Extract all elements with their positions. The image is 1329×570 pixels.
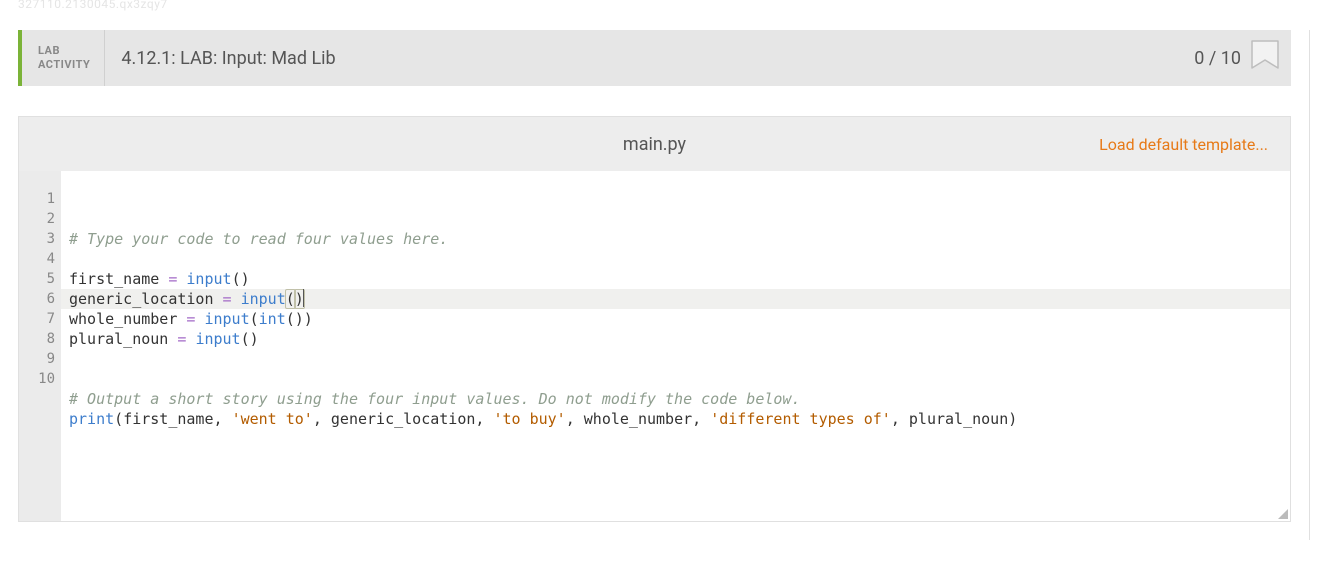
code-line[interactable]: print(first_name, 'went to', generic_loc… (69, 409, 1290, 429)
code-area[interactable]: # Type your code to read four values her… (61, 171, 1290, 521)
code-token (223, 410, 232, 428)
code-token (214, 290, 223, 308)
code-line[interactable]: generic_location = input() (61, 289, 1290, 309)
code-token: input (195, 330, 240, 348)
resize-handle[interactable] (1276, 507, 1288, 519)
code-token: , (313, 410, 322, 428)
code-token: ) (1008, 410, 1017, 428)
editor-header: main.py Load default template... (19, 117, 1290, 171)
code-token: input (241, 290, 286, 308)
code-token: , (214, 410, 223, 428)
code-token: input (204, 310, 249, 328)
code-token: plural_noun (69, 330, 168, 348)
line-number: 5 (25, 269, 55, 289)
lab-label-line2: ACTIVITY (38, 58, 90, 72)
lab-title: 4.12.1: LAB: Input: Mad Lib (105, 30, 1194, 86)
code-token (322, 410, 331, 428)
code-token: 'to buy' (493, 410, 565, 428)
code-line[interactable]: plural_noun = input() (69, 329, 1290, 349)
lab-header: LAB ACTIVITY 4.12.1: LAB: Input: Mad Lib… (18, 30, 1291, 86)
line-number-gutter: 12345678910 (19, 171, 61, 521)
code-token: , (692, 410, 701, 428)
code-token: = (223, 290, 232, 308)
line-number: 4 (25, 249, 55, 269)
lab-activity-label: LAB ACTIVITY (22, 30, 105, 86)
text-cursor (303, 289, 304, 307)
code-token: # Type your code to read four values her… (69, 230, 448, 248)
code-line[interactable]: whole_number = input(int()) (69, 309, 1290, 329)
code-line[interactable] (69, 249, 1290, 269)
line-number: 3 (25, 229, 55, 249)
code-token: input (186, 270, 231, 288)
line-number: 8 (25, 329, 55, 349)
load-default-template-link[interactable]: Load default template... (1099, 135, 1290, 154)
code-token: () (241, 330, 259, 348)
code-line[interactable]: first_name = input() (69, 269, 1290, 289)
code-token: ()) (286, 310, 313, 328)
code-token: 'went to' (232, 410, 313, 428)
lab-label-line1: LAB (38, 44, 90, 58)
code-line[interactable]: # Output a short story using the four in… (69, 389, 1290, 409)
line-number: 6 (25, 289, 55, 309)
code-token: 'different types of' (710, 410, 891, 428)
line-number: 7 (25, 309, 55, 329)
code-token: whole_number (584, 410, 692, 428)
code-editor-panel: main.py Load default template... 1234567… (18, 116, 1291, 522)
line-number: 2 (25, 209, 55, 229)
code-token (159, 270, 168, 288)
code-line[interactable] (69, 369, 1290, 389)
line-number: 9 (25, 349, 55, 369)
code-token: ( (114, 410, 123, 428)
code-token: whole_number (69, 310, 177, 328)
code-token: plural_noun (909, 410, 1008, 428)
bookmark-badge-icon (1251, 40, 1279, 76)
code-token: int (259, 310, 286, 328)
code-token: () (232, 270, 250, 288)
code-token (900, 410, 909, 428)
code-token (701, 410, 710, 428)
code-token: , (566, 410, 575, 428)
editor-body[interactable]: 12345678910 # Type your code to read fou… (19, 171, 1290, 521)
line-number: 10 (25, 369, 55, 389)
code-token: first_name (69, 270, 159, 288)
code-token: first_name (123, 410, 213, 428)
code-token (575, 410, 584, 428)
code-token: ( (250, 310, 259, 328)
code-token: generic_location (69, 290, 214, 308)
score-wrap: 0 / 10 (1194, 30, 1291, 86)
code-token (232, 290, 241, 308)
watermark-text: 327110.2130045.qx3zqy7 (18, 0, 168, 11)
line-number: 1 (25, 189, 55, 209)
code-token: # Output a short story using the four in… (69, 390, 801, 408)
score-text: 0 / 10 (1194, 48, 1241, 69)
code-token: print (69, 410, 114, 428)
code-token: generic_location (331, 410, 476, 428)
code-token: , (891, 410, 900, 428)
code-line[interactable] (69, 349, 1290, 369)
code-line[interactable]: # Type your code to read four values her… (69, 229, 1290, 249)
lab-container: LAB ACTIVITY 4.12.1: LAB: Input: Mad Lib… (0, 30, 1310, 540)
